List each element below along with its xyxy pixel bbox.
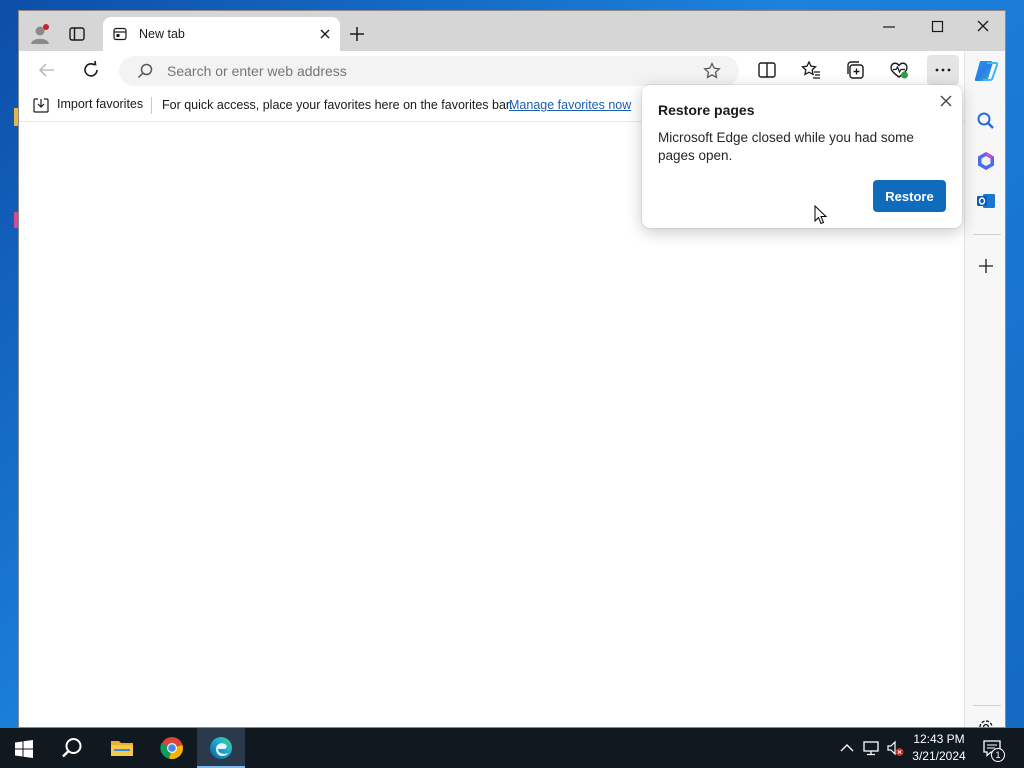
clock-date[interactable]: 3/21/2024	[905, 749, 973, 763]
star-icon[interactable]	[703, 62, 721, 80]
more-icon	[935, 68, 951, 72]
plus-icon[interactable]	[349, 26, 365, 42]
file-explorer-icon	[111, 741, 133, 756]
sidebar-search-icon[interactable]	[976, 111, 996, 131]
copilot-icon[interactable]	[973, 59, 999, 83]
edge-button[interactable]	[197, 728, 245, 768]
search-icon	[137, 63, 153, 79]
maximize-icon[interactable]	[925, 19, 949, 35]
split-screen-icon[interactable]	[757, 60, 777, 80]
newtab-page-icon	[113, 27, 127, 41]
divider	[151, 97, 152, 114]
browser-essentials-icon[interactable]	[889, 60, 909, 80]
favorites-bar-message: For quick access, place your favorites h…	[162, 98, 513, 112]
more-button[interactable]	[927, 55, 959, 85]
action-center-button[interactable]: 1	[978, 728, 1024, 768]
clock-time[interactable]: 12:43 PM	[905, 732, 973, 746]
dialog-message: Microsoft Edge closed while you had some…	[658, 130, 914, 163]
favorites-icon[interactable]	[801, 60, 821, 80]
close-icon[interactable]	[318, 27, 332, 41]
chrome-icon	[160, 737, 183, 759]
import-favorites-icon[interactable]	[33, 98, 49, 113]
toolbar	[19, 51, 1005, 89]
start-button[interactable]	[0, 728, 48, 768]
back-icon[interactable]	[37, 60, 57, 80]
settings-icon[interactable]	[976, 717, 996, 728]
collections-icon[interactable]	[845, 60, 865, 80]
edge-icon	[210, 737, 232, 759]
sidebar-office-icon[interactable]	[976, 151, 996, 171]
edge-sidebar	[964, 51, 1005, 728]
address-bar[interactable]	[119, 56, 739, 86]
plus-icon[interactable]	[976, 256, 996, 276]
chevron-up-icon[interactable]	[838, 739, 856, 757]
tab-actions-icon[interactable]	[69, 27, 85, 41]
dialog-title: Restore pages	[658, 102, 755, 118]
taskbar: 12:43 PM 3/21/2024 1	[0, 728, 1024, 768]
chrome-button[interactable]	[148, 728, 196, 768]
file-explorer-button[interactable]	[98, 728, 146, 768]
sidebar-separator	[973, 705, 1001, 706]
profile-icon[interactable]	[29, 23, 51, 45]
start-icon	[15, 740, 33, 758]
search-icon	[62, 738, 82, 758]
refresh-icon[interactable]	[81, 60, 101, 80]
restore-button[interactable]: Restore	[873, 180, 946, 212]
tab-title: New tab	[139, 27, 185, 41]
search-button[interactable]	[48, 728, 96, 768]
tab-new-tab[interactable]: New tab	[103, 17, 340, 51]
sidebar-separator	[973, 234, 1001, 235]
manage-favorites-link[interactable]: Manage favorites now	[509, 98, 631, 112]
close-icon[interactable]	[938, 93, 954, 109]
minimize-icon[interactable]	[877, 19, 901, 35]
sidebar-outlook-icon[interactable]	[976, 191, 996, 211]
restore-pages-dialog: Restore pages Microsoft Edge closed whil…	[642, 85, 962, 228]
tab-strip: New tab	[19, 11, 1005, 51]
close-window-icon[interactable]	[971, 19, 995, 35]
volume-icon[interactable]	[886, 739, 904, 757]
network-icon[interactable]	[862, 739, 880, 757]
import-favorites-button[interactable]: Import favorites	[57, 97, 143, 111]
mouse-cursor-icon	[814, 205, 828, 225]
notification-count-badge: 1	[991, 748, 1005, 762]
address-input[interactable]	[167, 63, 687, 79]
